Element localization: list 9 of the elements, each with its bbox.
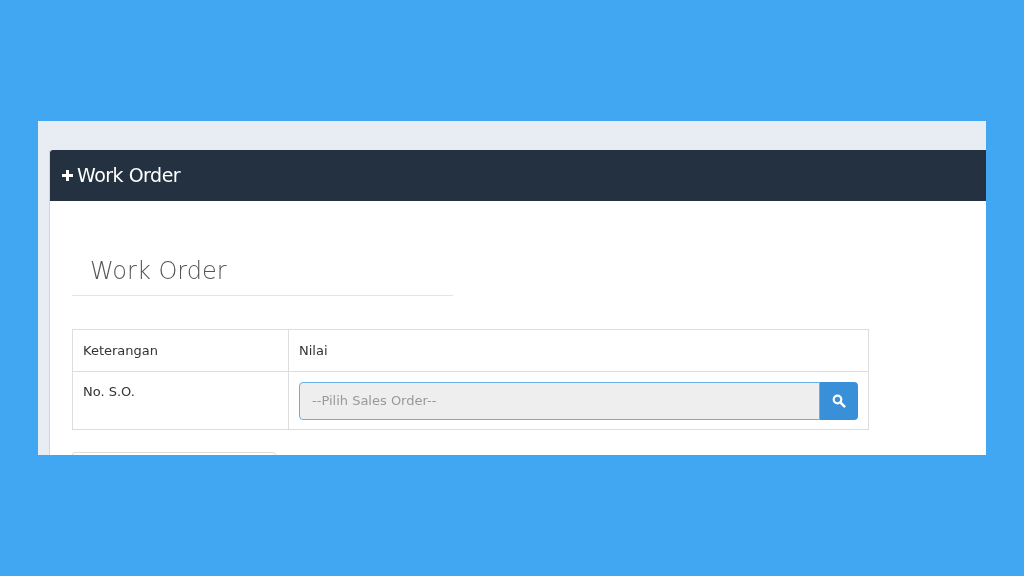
column-header: Nilai — [288, 329, 869, 372]
column-header: Keterangan — [72, 329, 289, 372]
table-cell: No. S.O. — [72, 371, 289, 430]
search-icon — [832, 393, 846, 408]
section-title: Work Order — [90, 257, 227, 285]
search-button[interactable] — [820, 381, 858, 420]
sales-order-field[interactable]: --Pilih Sales Order-- — [299, 381, 820, 420]
panel-title: Work Order — [77, 163, 181, 189]
plus-icon — [61, 169, 74, 182]
